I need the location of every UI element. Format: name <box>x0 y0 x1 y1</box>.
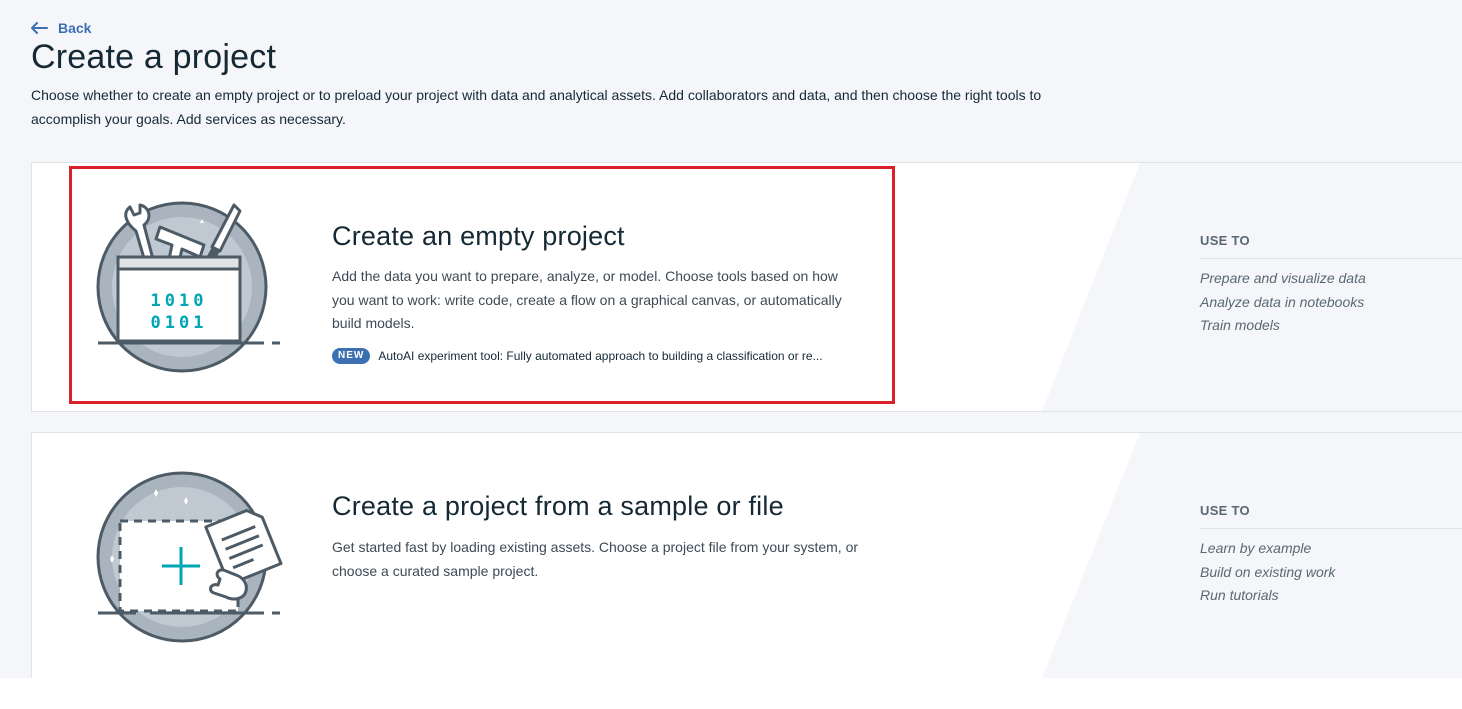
sample-file-illustration <box>96 471 283 643</box>
page-title: Create a project <box>31 38 277 76</box>
use-to-divider <box>1200 258 1462 259</box>
use-to-list: Learn by example Build on existing work … <box>1200 537 1335 608</box>
binary-line-2: 0101 <box>151 313 208 333</box>
use-item: Analyze data in notebooks <box>1200 293 1365 310</box>
back-link[interactable]: Back <box>31 19 91 37</box>
use-to-label: USE TO <box>1200 503 1250 518</box>
new-feature-row: NEW AutoAI experiment tool: Fully automa… <box>332 348 823 364</box>
card-title: Create an empty project <box>332 221 625 251</box>
card-description: Add the data you want to prepare, analyz… <box>332 268 842 331</box>
use-to-divider <box>1200 528 1462 529</box>
card-description: Get started fast by loading existing ass… <box>332 539 859 579</box>
binary-line-1: 1010 <box>151 291 208 311</box>
new-badge: NEW <box>332 348 371 364</box>
create-from-sample-card[interactable]: Create a project from a sample or file G… <box>31 432 1462 678</box>
arrow-left-icon <box>31 22 48 34</box>
use-item: Train models <box>1200 317 1280 333</box>
page-description: Choose whether to create an empty projec… <box>31 87 1042 127</box>
card-title: Create a project from a sample or file <box>332 491 784 521</box>
new-feature-text: AutoAI experiment tool: Fully automated … <box>378 349 823 363</box>
use-item: Build on existing work <box>1200 563 1336 580</box>
use-to-list: Prepare and visualize data Analyze data … <box>1200 267 1366 338</box>
use-item: Run tutorials <box>1200 587 1279 603</box>
use-item: Prepare and visualize data <box>1200 270 1366 286</box>
use-item: Learn by example <box>1200 540 1312 556</box>
use-to-label: USE TO <box>1200 233 1250 248</box>
create-empty-project-card[interactable]: 1010 0101 Create an empty project Add th… <box>31 162 1462 412</box>
back-label: Back <box>58 20 92 36</box>
toolbox-illustration: 1010 0101 <box>96 201 280 373</box>
